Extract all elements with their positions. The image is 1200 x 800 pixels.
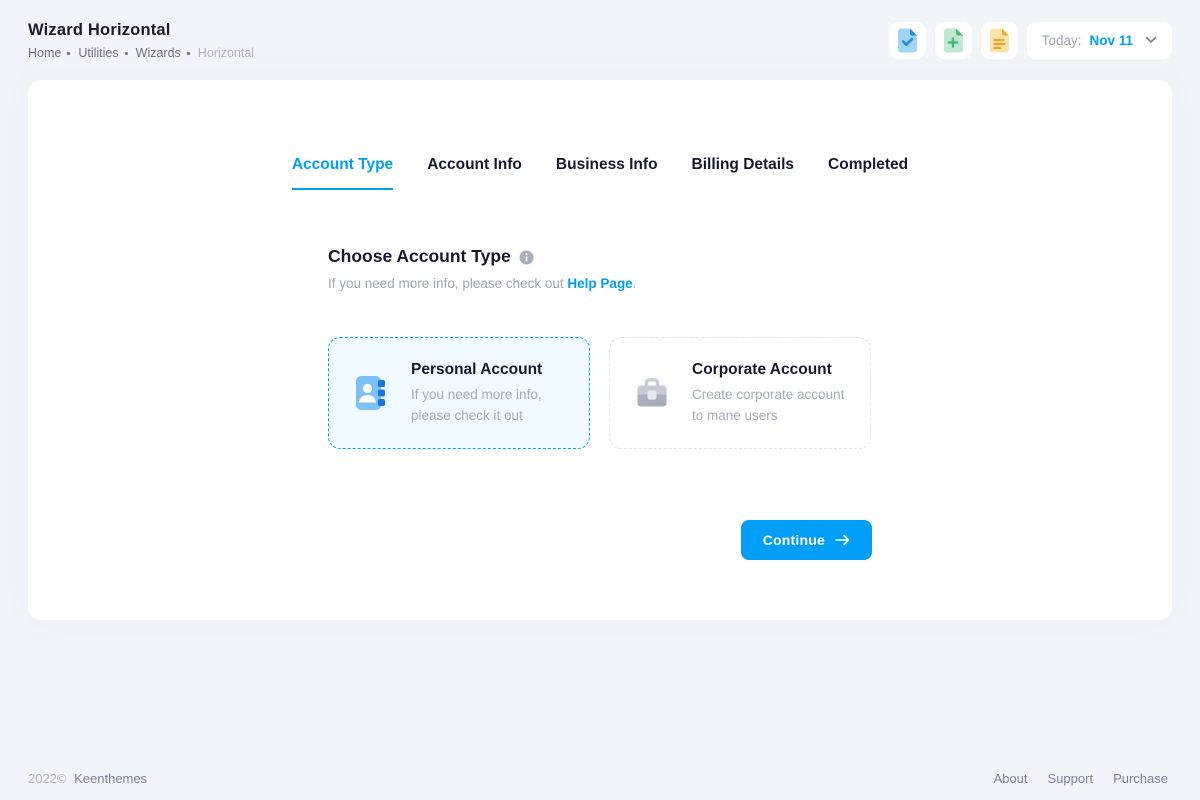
- tab-completed[interactable]: Completed: [828, 156, 908, 190]
- step-content: Choose Account Type If you need more inf…: [328, 246, 872, 560]
- step-heading: Choose Account Type: [328, 246, 511, 267]
- file-plus-icon: [943, 28, 964, 53]
- header-toolbar: Today: Nov 11: [889, 22, 1172, 59]
- page-title: Wizard Horizontal: [28, 21, 254, 40]
- brand-link[interactable]: Keenthemes: [74, 771, 147, 786]
- option-corporate-account[interactable]: Corporate Account Create corporate accou…: [609, 337, 871, 449]
- help-page-link[interactable]: Help Page: [567, 276, 632, 291]
- subtitle-text: If you need more info, please check out: [328, 276, 564, 291]
- file-plus-button[interactable]: [935, 22, 972, 59]
- step-subtitle: If you need more info, please check out …: [328, 276, 872, 291]
- option-description: If you need more info, please check it o…: [411, 384, 567, 426]
- arrow-right-icon: [835, 534, 850, 546]
- breadcrumb: Home Utilities Wizards Horizontal: [28, 46, 254, 60]
- info-icon[interactable]: [519, 250, 534, 265]
- breadcrumb-separator: [187, 52, 190, 55]
- tab-account-info[interactable]: Account Info: [427, 156, 522, 190]
- footer-link-purchase[interactable]: Purchase: [1113, 771, 1168, 786]
- option-personal-account[interactable]: Personal Account If you need more info, …: [328, 337, 590, 449]
- date-label: Today:: [1042, 33, 1082, 48]
- wizard-actions: Continue: [328, 520, 872, 560]
- footer-copyright: 2022© Keenthemes: [28, 771, 147, 786]
- option-title: Personal Account: [411, 361, 567, 379]
- option-text: Corporate Account Create corporate accou…: [692, 361, 848, 426]
- chevron-down-icon: [1145, 36, 1157, 44]
- footer: 2022© Keenthemes About Support Purchase: [28, 771, 1168, 786]
- header-left: Wizard Horizontal Home Utilities Wizards…: [28, 21, 254, 60]
- breadcrumb-separator: [67, 52, 70, 55]
- file-check-button[interactable]: [889, 22, 926, 59]
- continue-label: Continue: [763, 532, 825, 548]
- account-type-options: Personal Account If you need more info, …: [328, 337, 872, 449]
- option-title: Corporate Account: [692, 361, 848, 379]
- footer-link-about[interactable]: About: [994, 771, 1028, 786]
- option-description: Create corporate account to mane users: [692, 384, 848, 426]
- date-picker-button[interactable]: Today: Nov 11: [1027, 22, 1172, 59]
- breadcrumb-item-wizards[interactable]: Wizards: [136, 46, 181, 60]
- continue-button[interactable]: Continue: [741, 520, 872, 560]
- tab-account-type[interactable]: Account Type: [292, 156, 393, 190]
- briefcase-icon: [632, 373, 672, 413]
- tab-business-info[interactable]: Business Info: [556, 156, 658, 190]
- breadcrumb-item-home[interactable]: Home: [28, 46, 61, 60]
- option-text: Personal Account If you need more info, …: [411, 361, 567, 426]
- file-check-icon: [897, 28, 918, 53]
- file-lines-button[interactable]: [981, 22, 1018, 59]
- copyright-year: 2022©: [28, 771, 67, 786]
- breadcrumb-current: Horizontal: [198, 46, 254, 60]
- footer-link-support[interactable]: Support: [1048, 771, 1094, 786]
- breadcrumb-separator: [125, 52, 128, 55]
- footer-links: About Support Purchase: [994, 771, 1168, 786]
- page: Wizard Horizontal Home Utilities Wizards…: [0, 0, 1200, 620]
- step-heading-row: Choose Account Type: [328, 246, 872, 267]
- header: Wizard Horizontal Home Utilities Wizards…: [0, 0, 1200, 80]
- address-book-icon: [351, 373, 391, 413]
- date-value: Nov 11: [1089, 33, 1133, 48]
- tab-billing-details[interactable]: Billing Details: [692, 156, 795, 190]
- subtitle-period: .: [633, 276, 637, 291]
- wizard-card: Account Type Account Info Business Info …: [28, 80, 1172, 620]
- breadcrumb-item-utilities[interactable]: Utilities: [78, 46, 118, 60]
- file-lines-icon: [989, 28, 1010, 53]
- wizard-tabs: Account Type Account Info Business Info …: [28, 80, 1172, 190]
